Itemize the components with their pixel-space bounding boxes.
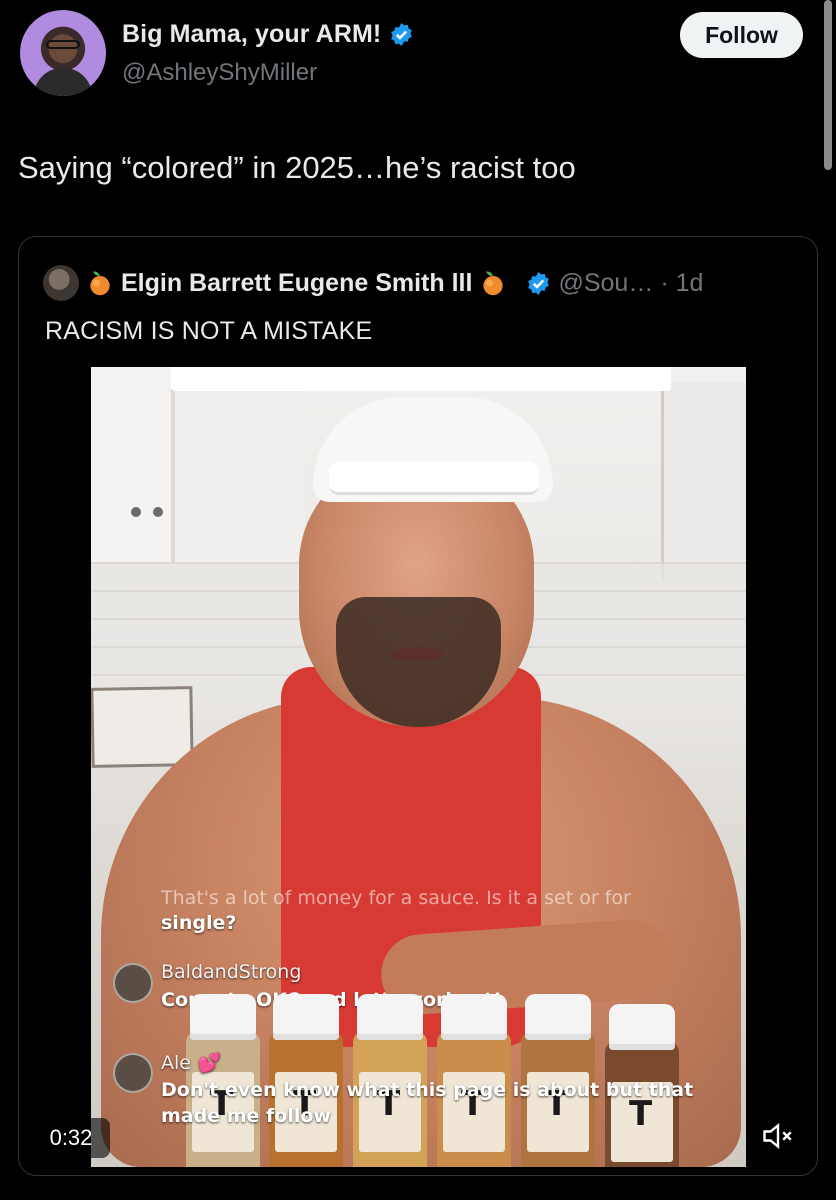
video-duration-badge: 0:32	[32, 1118, 110, 1158]
video-comment: Don't even know what this page is about …	[161, 1079, 694, 1101]
verified-badge-icon	[528, 271, 550, 295]
avatar-glasses	[46, 40, 80, 49]
author-avatar[interactable]	[20, 10, 106, 96]
quoted-time[interactable]: · 1d	[660, 269, 703, 298]
scrollbar-thumb[interactable]	[824, 0, 832, 170]
video-comment: made me follow	[161, 1105, 331, 1127]
quoted-display-name[interactable]: Elgin Barrett Eugene Smith lll	[121, 269, 472, 298]
peach-icon	[483, 271, 504, 296]
tweet-text: Saying “colored” in 2025…he’s racist too	[18, 150, 576, 185]
follow-button[interactable]: Follow	[680, 12, 803, 58]
cabinet	[91, 367, 173, 562]
cabinet	[661, 382, 746, 582]
video-comment-user: Ale 💕	[161, 1051, 221, 1074]
bottle-lid	[609, 1004, 675, 1050]
sauce-bottle: T	[605, 1004, 679, 1167]
video-comment-user: BaldandStrong	[161, 961, 301, 983]
cabinet	[173, 367, 305, 562]
person-mouth	[391, 647, 443, 661]
verified-badge-icon	[391, 23, 413, 46]
quoted-tweet-card[interactable]: Elgin Barrett Eugene Smith lll @Sou… · 1…	[18, 236, 818, 1176]
video-comment: single?	[161, 912, 237, 934]
author-handle[interactable]: @AshleyShyMiller	[122, 59, 317, 87]
quoted-handle[interactable]: @Sou…	[558, 269, 653, 298]
bottle-lid	[525, 994, 591, 1040]
author-name-row[interactable]: Big Mama, your ARM!	[122, 20, 414, 49]
quoted-header: Elgin Barrett Eugene Smith lll @Sou… · 1…	[43, 265, 703, 301]
hearts-icon: 💕	[197, 1052, 222, 1074]
bottle-lid	[273, 994, 339, 1040]
wall-sign	[91, 686, 194, 768]
video-caption-box	[171, 367, 671, 391]
white-cap-band	[329, 462, 539, 495]
comment-username: BaldandStrong	[161, 961, 302, 983]
comment-username: Ale	[161, 1052, 191, 1074]
quoted-avatar[interactable]	[43, 265, 79, 301]
bottle-lid	[357, 994, 423, 1040]
cabinet-knob	[131, 507, 141, 517]
cabinet-knob	[153, 507, 163, 517]
video-comment: That's a lot of money for a sauce. Is it…	[161, 887, 631, 909]
commenter-avatar	[113, 963, 153, 1003]
speaker-muted-icon[interactable]	[760, 1118, 796, 1154]
commenter-avatar	[113, 1053, 153, 1093]
bottle-lid	[441, 994, 507, 1040]
quoted-text: RACISM IS NOT A MISTAKE	[45, 317, 373, 345]
bottle-lid	[190, 994, 256, 1040]
peach-icon	[90, 271, 110, 296]
avatar-body	[34, 68, 92, 96]
video-player[interactable]: That's a lot of money for a sauce. Is it…	[91, 367, 746, 1167]
author-display-name[interactable]: Big Mama, your ARM!	[122, 20, 381, 49]
